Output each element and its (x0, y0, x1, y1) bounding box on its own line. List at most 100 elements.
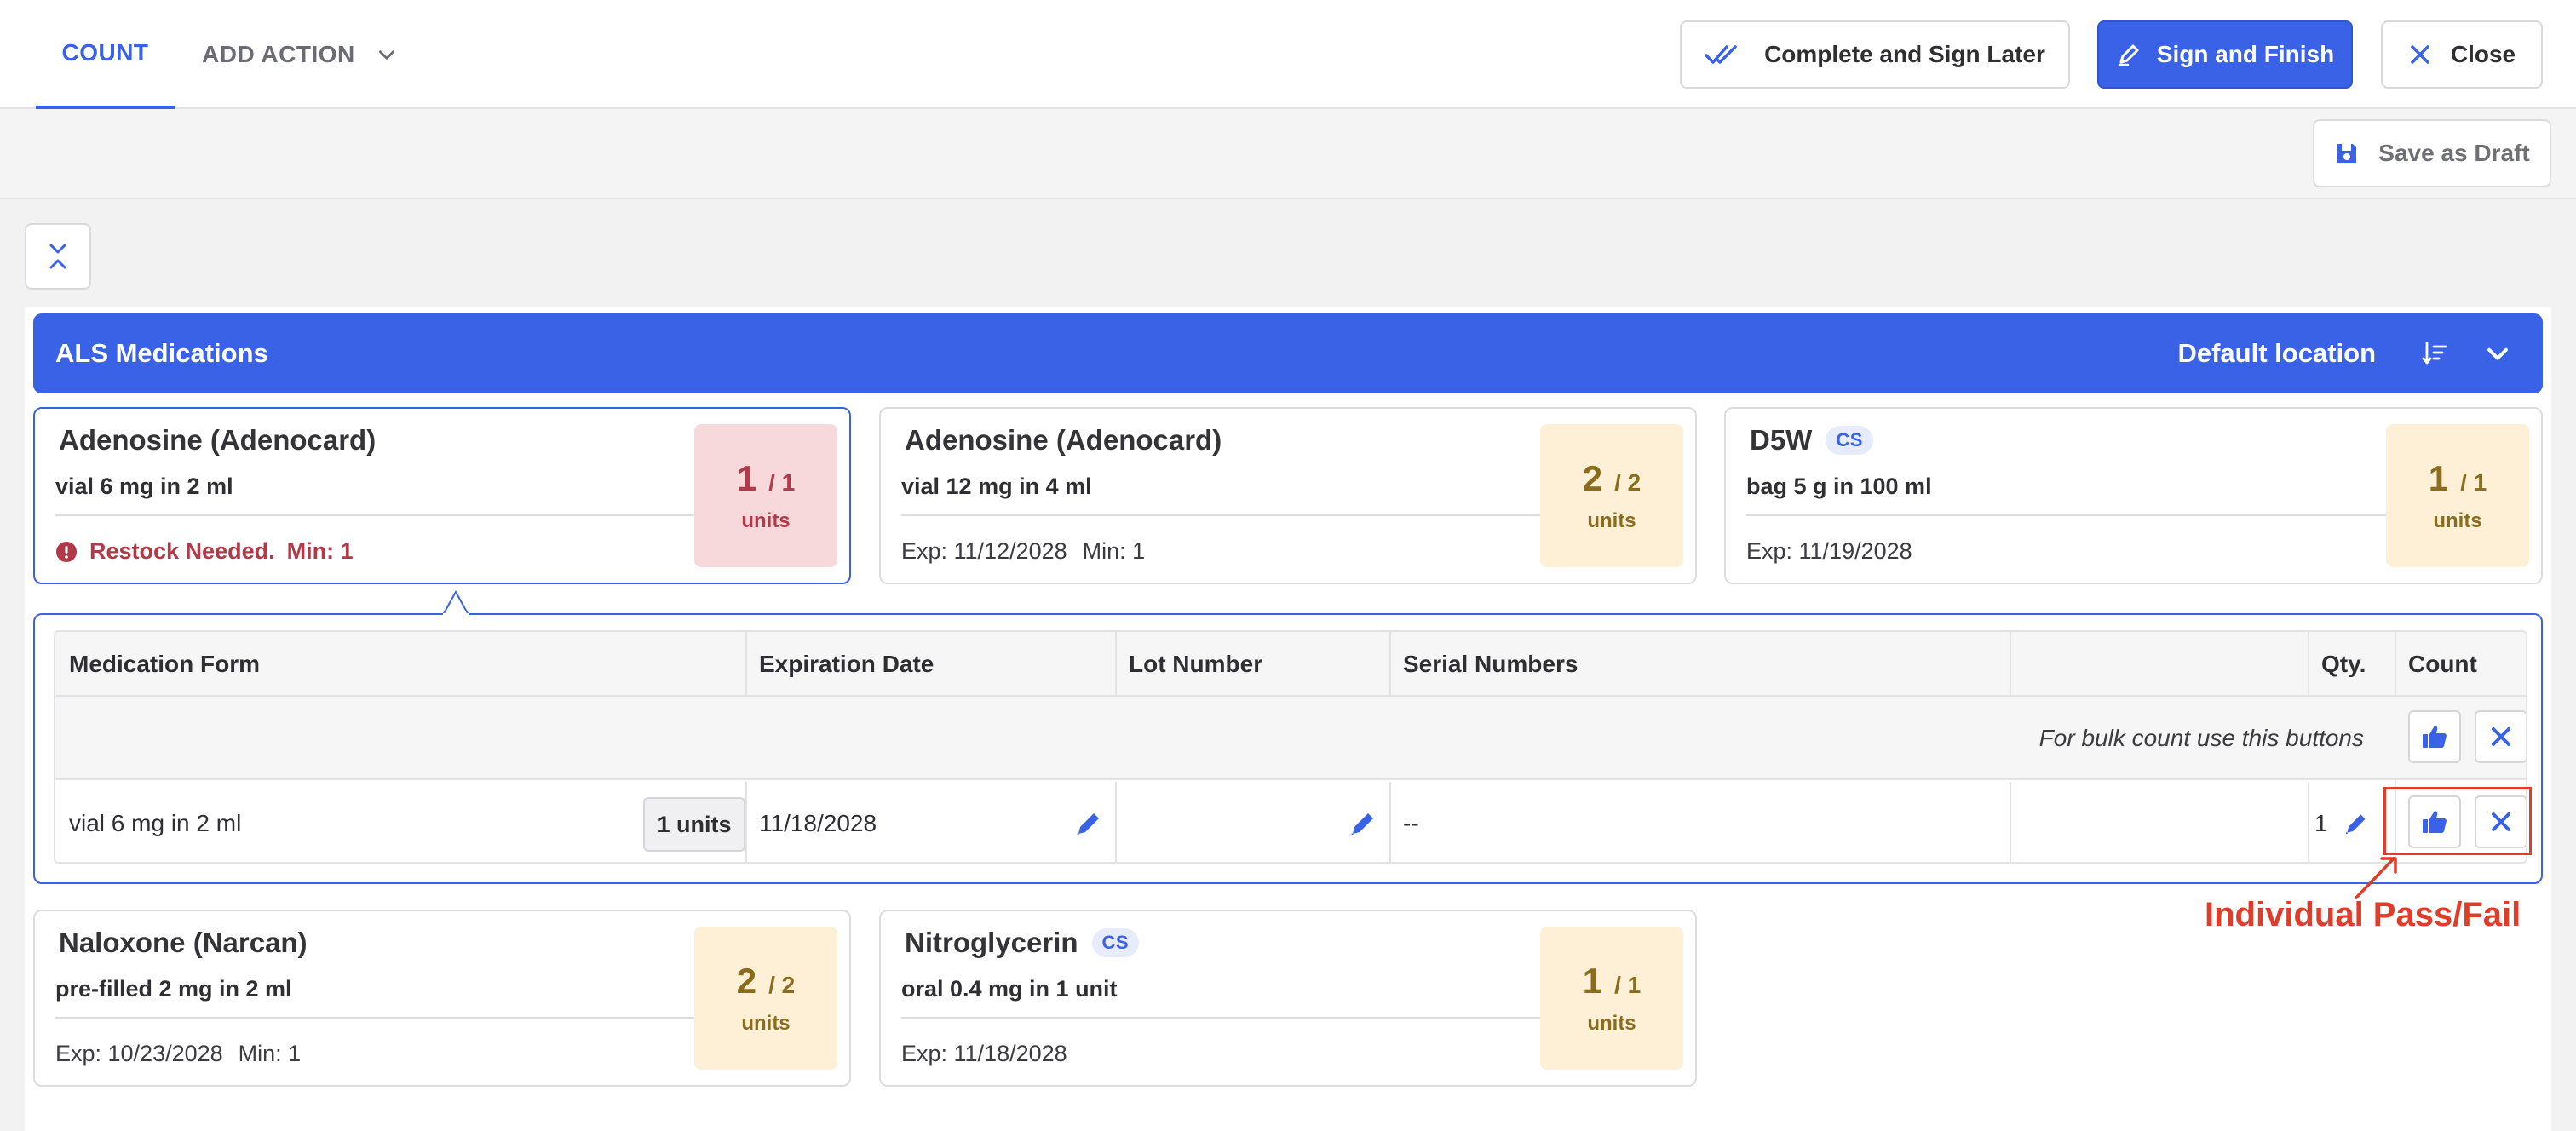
card-footer: Exp: 11/19/2028 (1746, 538, 1912, 565)
sign-and-finish-label: Sign and Finish (2156, 41, 2335, 67)
sign-and-finish-button[interactable]: Sign and Finish (2097, 20, 2353, 89)
edit-expiration-icon[interactable] (1074, 809, 1103, 838)
card-description: vial 12 mg in 4 ml (901, 474, 1092, 499)
count-value: 2 (736, 961, 757, 1001)
annotation-arrow-icon (2355, 857, 2397, 899)
card-min: Min: 1 (238, 1041, 302, 1066)
collapse-chevrons-icon (49, 244, 66, 269)
group-location[interactable]: Default location (2177, 313, 2376, 393)
card-divider (901, 514, 1549, 516)
column-divider (2010, 782, 2011, 862)
count-badge: 1 / 1 units (694, 424, 837, 567)
count-unit: units (741, 1012, 791, 1035)
bulk-pass-button[interactable] (2408, 710, 2461, 763)
cell-lot-number (1115, 782, 1129, 862)
count-total: / 2 (768, 972, 796, 998)
save-as-draft-button[interactable]: Save as Draft (2313, 119, 2551, 187)
close-label: Close (2450, 41, 2516, 67)
card-divider (901, 1017, 1549, 1019)
annotation-highlight-box (2383, 787, 2532, 855)
controlled-substance-badge: CS (1826, 426, 1873, 455)
medication-card-nitroglycerin[interactable]: Nitroglycerin CS oral 0.4 mg in 1 unit Ex… (879, 910, 1697, 1087)
cell-expiration-date: 11/18/2028 (759, 810, 877, 836)
card-divider (55, 1017, 703, 1019)
count-total: / 1 (1614, 972, 1642, 998)
column-divider (1389, 632, 1391, 697)
column-serial-numbers: Serial Numbers (1403, 651, 1578, 677)
controlled-substance-badge: CS (1091, 928, 1140, 957)
action-bar: Save as Draft (0, 109, 2576, 199)
column-divider (745, 632, 747, 697)
card-footer: Exp: 11/18/2028 (901, 1041, 1067, 1067)
units-chip[interactable]: 1 units (643, 797, 745, 852)
card-footer: Exp: 10/23/2028 Min: 1 (55, 1041, 301, 1067)
medication-card-adenosine-6mg[interactable]: Adenosine (Adenocard) vial 6 mg in 2 ml … (33, 407, 851, 584)
signature-pen-icon (2118, 44, 2139, 66)
card-footer: Exp: 11/12/2028 Min: 1 (901, 538, 1145, 565)
tab-count[interactable]: COUNT (36, 0, 175, 109)
card-expiration: Exp: 10/23/2028 (55, 1041, 223, 1066)
top-bar: COUNT ADD ACTION Complete and Sign Later… (0, 0, 2576, 109)
card-description: vial 6 mg in 2 ml (55, 474, 233, 499)
medication-card-naloxone[interactable]: Naloxone (Narcan) pre-filled 2 mg in 2 m… (33, 910, 851, 1087)
collapse-all-button[interactable] (25, 223, 91, 290)
column-medication-form: Medication Form (69, 651, 261, 677)
count-value: 1 (2428, 458, 2449, 498)
card-description: oral 0.4 mg in 1 unit (901, 976, 1118, 1002)
bulk-fail-button[interactable] (2475, 710, 2526, 763)
card-expiration: Exp: 11/12/2028 (901, 538, 1067, 564)
count-unit: units (741, 509, 791, 532)
medication-card-d5w[interactable]: D5W CS bag 5 g in 100 ml Exp: 11/19/2028 … (1724, 407, 2543, 584)
column-divider (2010, 632, 2011, 697)
column-divider (1115, 632, 1117, 697)
cell-qty: 1 (2314, 810, 2328, 836)
count-value: 2 (1582, 458, 1603, 498)
card-expiration: Exp: 11/19/2028 (1746, 538, 1912, 564)
close-button[interactable]: Close (2381, 20, 2543, 89)
group-title: ALS Medications (55, 338, 268, 368)
table-row: vial 6 mg in 2 ml 1 units 11/18/2028 -- … (55, 782, 2526, 862)
save-as-draft-label: Save as Draft (2378, 140, 2530, 166)
count-badge: 2 / 2 units (694, 927, 837, 1070)
column-expiration-date: Expiration Date (759, 651, 934, 677)
count-total: / 1 (2460, 469, 2487, 496)
card-name: Naloxone (Narcan) (59, 927, 308, 958)
tab-add-action[interactable]: ADD ACTION (202, 0, 398, 109)
card-min: Min: 1 (286, 538, 354, 564)
sort-icon[interactable] (2422, 340, 2449, 367)
card-name: Adenosine (Adenocard) (905, 424, 1222, 456)
column-qty: Qty. (2321, 651, 2366, 677)
card-name: D5W CS (1750, 424, 1873, 456)
alert-circle-icon (56, 541, 77, 562)
restock-warning-text: Restock Needed. (89, 538, 275, 564)
bulk-count-hint: For bulk count use this buttons (2038, 725, 2364, 751)
close-icon (2492, 727, 2510, 746)
card-min: Min: 1 (1082, 538, 1146, 564)
column-count: Count (2408, 651, 2477, 677)
column-divider (2308, 632, 2309, 697)
count-badge: 2 / 2 units (1540, 424, 1683, 567)
count-badge: 1 / 1 units (2386, 424, 2529, 567)
group-header[interactable]: ALS Medications Default location (33, 313, 2543, 393)
table-header: Medication Form Expiration Date Lot Numb… (55, 632, 2526, 697)
tab-add-action-label: ADD ACTION (202, 41, 355, 67)
complete-sign-later-label: Complete and Sign Later (1764, 41, 2045, 67)
count-total: / 2 (1614, 469, 1642, 496)
thumbs-up-icon (2423, 726, 2447, 748)
count-value: 1 (1582, 961, 1603, 1001)
count-total: / 1 (768, 469, 796, 496)
floppy-disk-icon (2337, 144, 2357, 163)
chevron-down-icon[interactable] (2483, 339, 2512, 368)
restock-warning: Restock Needed. Min: 1 (55, 538, 354, 565)
edit-qty-icon[interactable] (2343, 811, 2369, 836)
card-divider (55, 514, 703, 516)
edit-lot-number-icon[interactable] (1348, 809, 1377, 838)
tab-count-label: COUNT (61, 39, 149, 66)
complete-sign-later-button[interactable]: Complete and Sign Later (1680, 20, 2070, 89)
double-check-icon (1705, 45, 1737, 64)
cell-medication-form: vial 6 mg in 2 ml (69, 810, 242, 836)
count-unit: units (1587, 1012, 1636, 1035)
card-description: bag 5 g in 100 ml (1746, 474, 1932, 499)
card-name: Nitroglycerin CS (905, 927, 1140, 959)
medication-card-adenosine-12mg[interactable]: Adenosine (Adenocard) vial 12 mg in 4 ml… (879, 407, 1697, 584)
